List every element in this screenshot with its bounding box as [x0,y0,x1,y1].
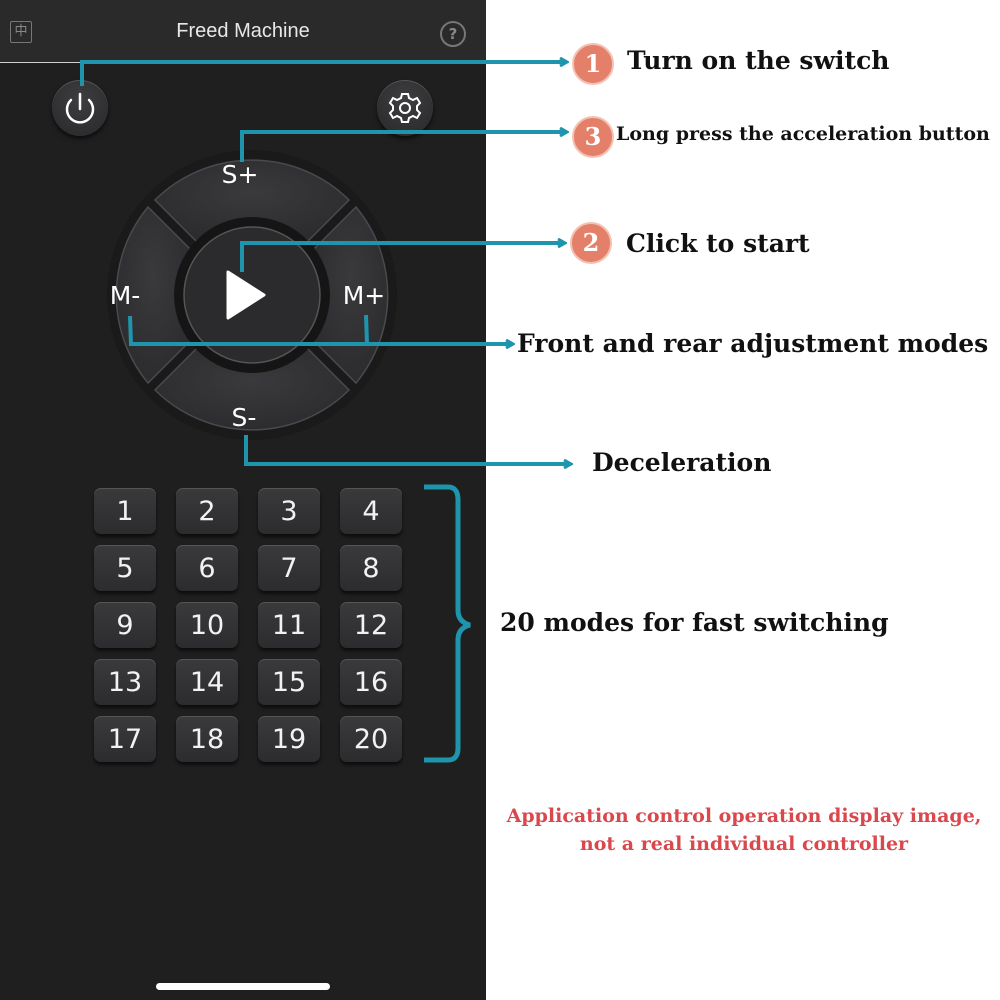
deceleration-text: Deceleration [592,448,772,477]
disclaimer-line-2: not a real individual controller [579,833,909,855]
mode-up-connector [364,314,369,345]
modes-text: 20 modes for fast switching [500,608,889,637]
play-connector [240,243,564,272]
disclaimer-line-1: Application control operation display im… [506,805,982,827]
step-3-text: Long press the acceleration button [616,123,990,145]
mode-connector [128,315,512,344]
speed-up-connector [240,132,566,162]
step-1-badge: 1 [572,43,614,85]
deceleration-connector [244,435,570,464]
step-3-badge: 3 [572,116,614,158]
step-2-badge: 2 [570,222,612,264]
disclaimer: Application control operation display im… [488,802,1000,858]
step-1-text: Turn on the switch [627,46,890,75]
front-rear-text: Front and rear adjustment modes [517,329,989,358]
power-connector [80,62,566,86]
step-2-text: Click to start [626,229,810,258]
mode-brace [424,484,471,763]
